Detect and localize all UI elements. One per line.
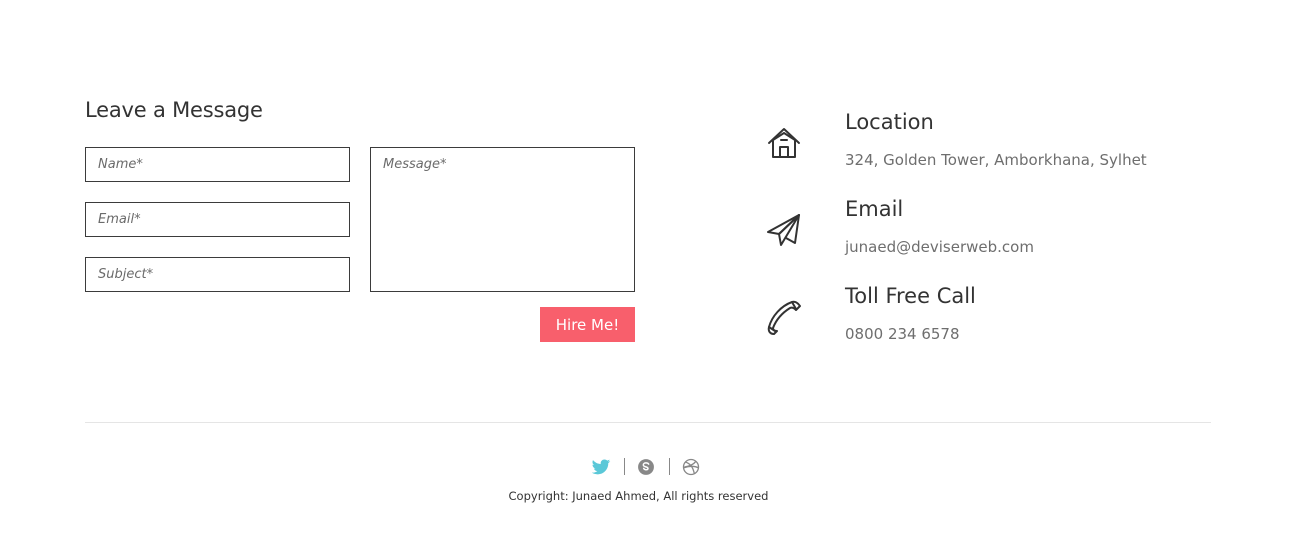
footer-divider xyxy=(85,422,1211,423)
dribbble-icon[interactable] xyxy=(681,457,701,477)
home-icon xyxy=(765,124,803,162)
paper-plane-icon xyxy=(765,211,803,249)
social-separator xyxy=(669,458,670,475)
location-title: Location xyxy=(845,110,934,134)
location-text: 324, Golden Tower, Amborkhana, Sylhet xyxy=(845,151,1147,169)
copyright-text: Copyright: Junaed Ahmed, All rights rese… xyxy=(508,489,769,503)
phone-text: 0800 234 6578 xyxy=(845,325,960,343)
phone-icon xyxy=(765,298,803,336)
phone-title: Toll Free Call xyxy=(845,284,976,308)
email-input[interactable] xyxy=(85,202,350,237)
hire-me-button[interactable]: Hire Me! xyxy=(540,307,635,342)
skype-icon[interactable] xyxy=(636,457,656,477)
message-textarea[interactable] xyxy=(370,147,635,292)
email-text: junaed@deviserweb.com xyxy=(845,238,1034,256)
subject-input[interactable] xyxy=(85,257,350,292)
form-title: Leave a Message xyxy=(85,98,263,122)
twitter-icon[interactable] xyxy=(591,457,611,477)
name-input[interactable] xyxy=(85,147,350,182)
email-title: Email xyxy=(845,197,904,221)
social-separator xyxy=(624,458,625,475)
